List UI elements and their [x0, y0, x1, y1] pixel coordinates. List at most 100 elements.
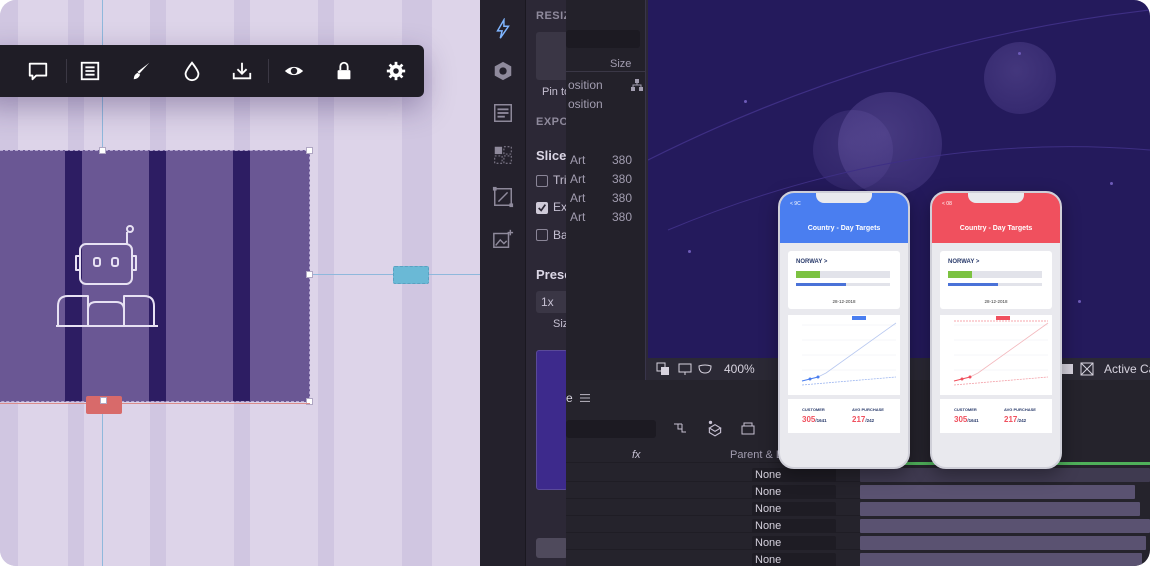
layer-size: 380	[612, 210, 633, 224]
visibility-button[interactable]	[282, 59, 306, 83]
layers-header: Size	[566, 58, 646, 72]
parent-header: Parent & Li	[730, 449, 785, 461]
resize-handle[interactable]	[99, 147, 106, 154]
vector-button[interactable]	[491, 185, 515, 209]
star-dot	[744, 100, 747, 103]
parent-select[interactable]: None	[752, 502, 836, 516]
customer-label: CUSTOMER	[954, 407, 977, 412]
active-camera-label[interactable]: Active Ca	[1104, 362, 1150, 376]
resize-handle[interactable]	[100, 397, 107, 404]
hexagon-icon	[494, 61, 512, 81]
measure-line	[0, 403, 310, 404]
purchase-value: 217/242	[852, 415, 874, 424]
slice-option-label: Ex	[553, 200, 568, 214]
layer-bar[interactable]	[860, 536, 1146, 550]
export-preview	[536, 350, 568, 490]
layer-name: Art	[570, 153, 586, 167]
scale-select[interactable]: 1x	[536, 291, 570, 313]
slice-checkbox[interactable]	[536, 175, 548, 187]
mask-icon[interactable]	[698, 362, 712, 376]
star-dot	[1018, 52, 1021, 55]
slice-checkbox[interactable]	[536, 229, 548, 241]
slice-button[interactable]	[491, 143, 515, 167]
region-icon[interactable]	[656, 362, 670, 376]
position-row: osition	[568, 78, 603, 92]
layer-bar[interactable]	[860, 485, 1135, 499]
slice-option-label: Tri	[553, 173, 567, 187]
purchase-value: 217/242	[1004, 415, 1026, 424]
solo-icon[interactable]	[740, 420, 756, 436]
export-button[interactable]	[230, 59, 254, 83]
layer-name: Art	[570, 191, 586, 205]
menu-icon[interactable]	[580, 393, 590, 403]
component-button[interactable]	[491, 59, 515, 83]
layout-button[interactable]	[491, 101, 515, 125]
size-column-header: Size	[610, 58, 632, 70]
fx-label: fx	[632, 449, 641, 461]
customer-value: 305/1641	[802, 415, 827, 424]
parent-select[interactable]: None	[752, 485, 836, 499]
layer-bar[interactable]	[860, 553, 1142, 566]
layer-bar[interactable]	[860, 519, 1150, 533]
layer-bar[interactable]	[860, 502, 1140, 516]
settings-button[interactable]	[384, 59, 408, 83]
customer-value: 305/1641	[954, 415, 979, 424]
phone-back-link[interactable]: < 9C	[790, 201, 801, 207]
parent-select[interactable]: None	[752, 468, 836, 482]
country-card[interactable]: NORWAY > 28-12-2018	[940, 251, 1052, 309]
add-image-icon	[493, 229, 514, 248]
add-image-button[interactable]	[491, 227, 515, 251]
screenshot-frame: RESIZ Pin to EXPO Slices Tri Ex Ba Prese…	[0, 0, 1150, 566]
layer-bar[interactable]	[860, 468, 1150, 482]
hierarchy-icon	[631, 79, 643, 91]
parent-select[interactable]: None	[752, 536, 836, 550]
parent-select[interactable]: None	[752, 519, 836, 533]
country-name: NORWAY >	[796, 259, 828, 265]
star-dot	[688, 250, 691, 253]
phone-mockup: < 08 Country - Day Targets NORWAY > 28-1…	[930, 191, 1062, 469]
slice-checkbox[interactable]	[536, 202, 548, 214]
target-bar	[948, 271, 1042, 278]
design-canvas[interactable]	[0, 0, 480, 566]
layers-list-button[interactable]	[78, 59, 102, 83]
summary-footer: CUSTOMER 305/1641 AVG PURCHASE 217/242	[940, 399, 1052, 433]
resize-handle[interactable]	[306, 271, 313, 278]
brush-icon	[133, 62, 150, 80]
check-icon	[538, 204, 547, 212]
layout-icon	[494, 104, 512, 122]
export-heading: EXPO	[536, 116, 569, 128]
snapshot-icon[interactable]	[1060, 362, 1074, 376]
plugin-button[interactable]	[491, 17, 515, 41]
toolbar-divider	[66, 59, 67, 83]
country-card[interactable]: NORWAY > 28-12-2018	[788, 251, 900, 309]
scale-value: 1x	[541, 295, 554, 309]
pin-preview[interactable]	[536, 32, 570, 80]
phone-back-link[interactable]: < 08	[942, 201, 952, 207]
flowchart-icon[interactable]	[672, 420, 688, 436]
monitor-icon[interactable]	[678, 362, 692, 376]
timeline-search-field[interactable]	[566, 420, 656, 438]
purchase-total: /242	[865, 418, 875, 423]
timeline-tab[interactable]: e	[566, 391, 573, 405]
export-button[interactable]	[536, 538, 568, 558]
color-drop-button[interactable]	[180, 59, 204, 83]
country-name: NORWAY >	[948, 259, 980, 265]
brush-button[interactable]	[130, 59, 154, 83]
resize-handle[interactable]	[306, 147, 313, 154]
parent-select[interactable]: None	[752, 553, 836, 566]
robot-icon	[56, 225, 158, 327]
grid-toggle-icon[interactable]	[1080, 362, 1094, 376]
floating-toolbar	[0, 45, 424, 97]
layout-column	[233, 151, 250, 401]
draft-3d-icon[interactable]	[706, 419, 724, 437]
line-chart	[940, 315, 1052, 395]
lightning-icon	[496, 18, 510, 39]
customer-total: /1641	[815, 418, 827, 423]
distance-tag	[393, 266, 429, 284]
lock-button[interactable]	[332, 59, 356, 83]
target-bar	[796, 271, 890, 278]
comment-button[interactable]	[26, 59, 50, 83]
star-dot	[1110, 182, 1113, 185]
zoom-level[interactable]: 400%	[724, 362, 755, 376]
layer-search-field[interactable]	[566, 30, 640, 48]
